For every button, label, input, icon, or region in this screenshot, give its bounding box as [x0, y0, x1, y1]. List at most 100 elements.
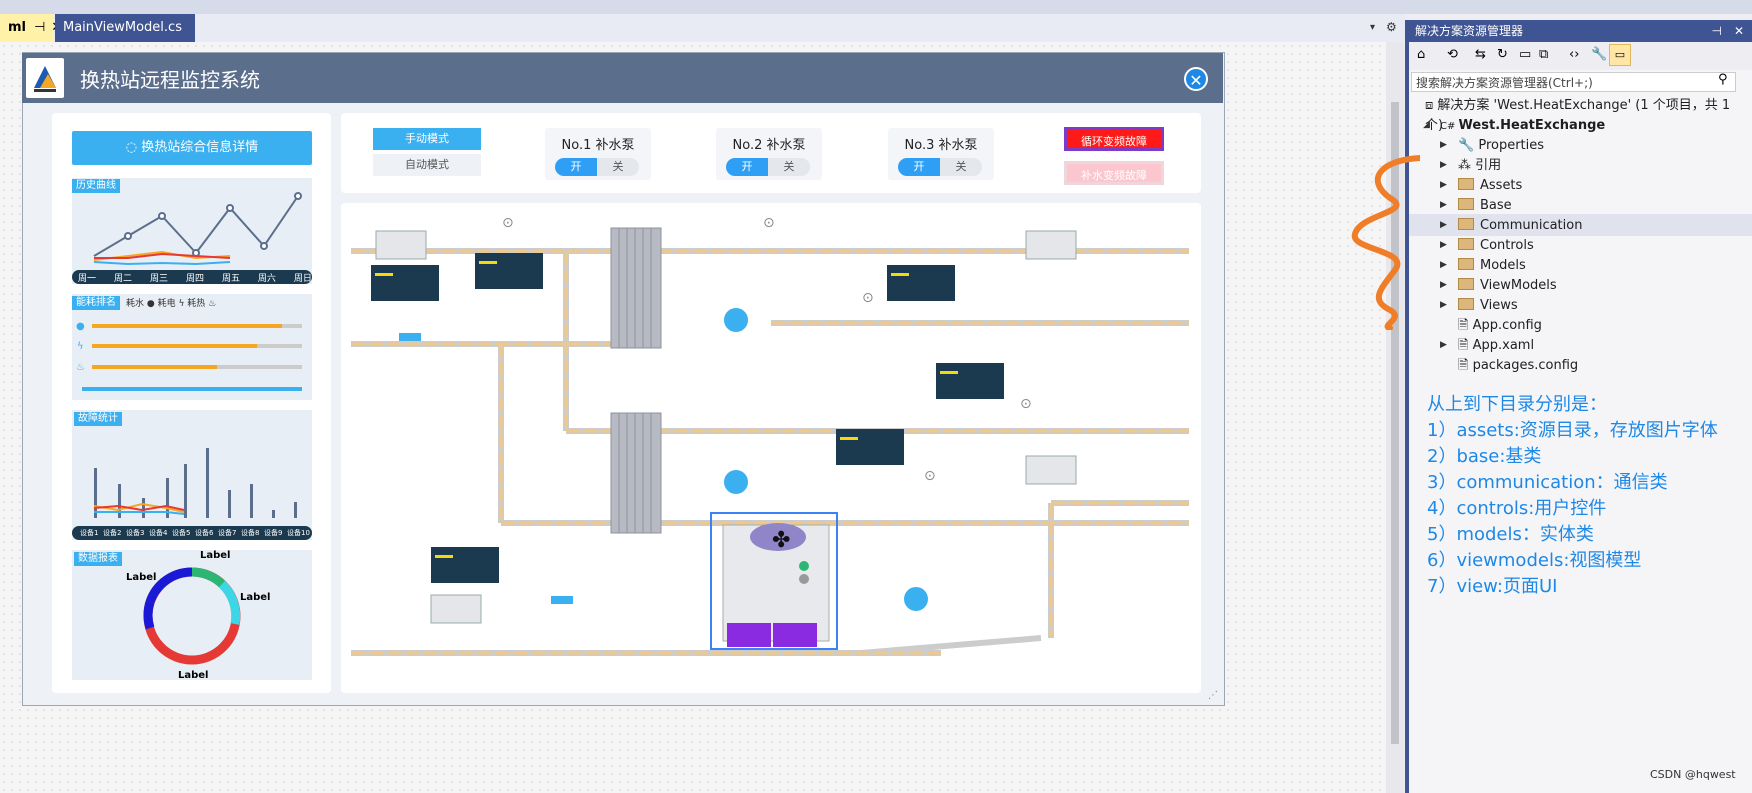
- tab-label: ml: [8, 20, 27, 35]
- config-file-icon: 🗎: [1458, 358, 1473, 373]
- tree-label: ViewModels: [1480, 278, 1557, 293]
- tab-xaml[interactable]: ml⊣✕: [0, 14, 62, 42]
- energy-ranking: 能耗排名 耗水 ● 耗电 ϟ 耗热 ♨ ● ϟ ♨: [72, 294, 312, 400]
- title-text: 解决方案资源管理器: [1415, 24, 1524, 38]
- svg-text:♨: ♨: [76, 362, 85, 373]
- folder-icon: [1458, 258, 1474, 270]
- pump-on-button[interactable]: 开: [726, 158, 768, 176]
- tree-item-app-config[interactable]: 🗎 App.config: [1458, 316, 1542, 336]
- pump-off-button[interactable]: 关: [768, 158, 810, 176]
- pump-name: No.2 补水泵: [732, 138, 806, 153]
- pump-icon: ✻: [760, 310, 772, 326]
- tree-item-communication[interactable]: Communication: [1458, 216, 1582, 236]
- fault-statistics: 故障统计 设备1 设备2 设备3 设备4 设备5 设备6 设备7 设备8 设备9…: [72, 410, 312, 540]
- tree-label: Views: [1480, 298, 1518, 313]
- folder-icon: [1458, 198, 1474, 210]
- home-icon[interactable]: ⌂: [1417, 47, 1425, 62]
- pump-off-button[interactable]: 关: [597, 158, 639, 176]
- collapsed-arrow-icon[interactable]: ▶: [1440, 180, 1447, 190]
- tree-item-assets[interactable]: Assets: [1458, 176, 1522, 196]
- note-line: 1）assets:资源目录，存放图片字体: [1427, 420, 1718, 441]
- tree-item-properties[interactable]: 🔧 Properties: [1458, 136, 1544, 156]
- window-title: 换热站远程监控系统: [80, 68, 260, 92]
- xaml-file-icon: 🗎: [1458, 338, 1473, 353]
- auto-mode-button[interactable]: 自动模式: [373, 154, 481, 176]
- code-icon[interactable]: ‹›: [1569, 47, 1579, 62]
- settings-icon[interactable]: ⚙: [1386, 20, 1397, 34]
- solution-explorer-title: 解决方案资源管理器 ⊣ ✕: [1409, 20, 1752, 42]
- solution-search-input[interactable]: 搜索解决方案资源管理器(Ctrl+;): [1411, 72, 1736, 92]
- tree-item-models[interactable]: Models: [1458, 256, 1526, 276]
- tab-mainviewmodel[interactable]: MainViewModel.cs: [55, 14, 195, 42]
- collapsed-arrow-icon[interactable]: ▶: [1440, 340, 1447, 350]
- collapsed-arrow-icon[interactable]: ▶: [1440, 200, 1447, 210]
- project-icon: C#: [1440, 121, 1459, 132]
- tree-item-controls[interactable]: Controls: [1458, 236, 1534, 256]
- config-file-icon: 🗎: [1458, 318, 1473, 333]
- tree-item-viewmodels[interactable]: ViewModels: [1458, 276, 1557, 296]
- pin-icon[interactable]: ⊣: [34, 20, 45, 35]
- folder-icon: [1458, 238, 1474, 250]
- logo: [26, 58, 64, 98]
- collapsed-arrow-icon[interactable]: ▶: [1440, 300, 1447, 310]
- tree-item-packages-config[interactable]: 🗎 packages.config: [1458, 356, 1578, 376]
- properties-icon[interactable]: 🔧: [1591, 47, 1607, 62]
- pump-icon: ✻: [760, 472, 772, 488]
- info-details-button[interactable]: ◌ 换热站综合信息详情: [72, 131, 312, 165]
- collapsed-arrow-icon[interactable]: ▶: [1440, 160, 1447, 170]
- day-label: 周一: [78, 274, 97, 284]
- folder-icon: [1458, 278, 1474, 290]
- gauge-icon: ⊙: [502, 215, 514, 231]
- search-icon[interactable]: ⚲: [1718, 72, 1728, 87]
- sync-icon[interactable]: ⇆: [1475, 47, 1486, 62]
- document-tab-bar: [0, 14, 1405, 42]
- tree-item-app-xaml[interactable]: 🗎 App.xaml: [1458, 336, 1534, 356]
- tree-item-views[interactable]: Views: [1458, 296, 1518, 316]
- annotation-scribble: [1351, 155, 1420, 330]
- device-label: 设备2: [103, 529, 122, 537]
- preview-icon[interactable]: ▭: [1609, 44, 1631, 66]
- pin-icon[interactable]: ⊣: [1712, 20, 1722, 42]
- pump-on-button[interactable]: 开: [898, 158, 940, 176]
- solution-icon: ⧈: [1425, 98, 1438, 113]
- folder-icon: [1458, 298, 1474, 310]
- project-node[interactable]: C# West.HeatExchange: [1440, 116, 1605, 136]
- collapsed-arrow-icon[interactable]: ▶: [1440, 220, 1447, 230]
- ide-toolbar: [0, 0, 1752, 14]
- tree-item-references[interactable]: ⁂ 引用: [1458, 156, 1501, 176]
- solution-node[interactable]: ⧈ 解决方案 'West.HeatExchange' (1 个项目，共 1 个): [1425, 96, 1752, 133]
- close-icon[interactable]: ✕: [1734, 20, 1744, 42]
- collapse-icon[interactable]: ▭: [1519, 47, 1531, 62]
- tree-label: Base: [1480, 198, 1512, 213]
- collapsed-arrow-icon[interactable]: ▶: [1440, 280, 1447, 290]
- pump-on-button[interactable]: 开: [555, 158, 597, 176]
- manual-mode-button[interactable]: 手动模式: [373, 128, 481, 150]
- supply-fault-alarm: 补水变频故障: [1064, 161, 1164, 185]
- show-all-icon[interactable]: ⧉: [1539, 47, 1548, 62]
- expanded-arrow-icon[interactable]: ◢: [1423, 120, 1430, 130]
- collapsed-arrow-icon[interactable]: ▶: [1440, 240, 1447, 250]
- device-label: 设备8: [241, 529, 260, 537]
- report-label: Label: [126, 572, 157, 583]
- tree-label: Controls: [1480, 238, 1534, 253]
- report-label: Label: [200, 550, 231, 561]
- tab-dropdown-icon[interactable]: ▾: [1370, 22, 1375, 33]
- tree-label: Models: [1480, 258, 1526, 273]
- refresh-icon[interactable]: ↻: [1497, 47, 1508, 62]
- svg-text:●: ●: [76, 321, 85, 332]
- history-icon[interactable]: ⟲: [1447, 47, 1458, 62]
- circulation-fault-alarm: 循环变频故障: [1064, 127, 1164, 151]
- tree-label: Communication: [1480, 218, 1583, 233]
- report-label: Label: [178, 670, 209, 681]
- close-button[interactable]: ✕: [1184, 67, 1208, 91]
- device-label: 设备3: [126, 529, 145, 537]
- pump-off-button[interactable]: 关: [940, 158, 982, 176]
- collapsed-arrow-icon[interactable]: ▶: [1440, 260, 1447, 270]
- collapsed-arrow-icon[interactable]: ▶: [1440, 140, 1447, 150]
- pump-control-2: No.2 补水泵 开 关: [716, 128, 822, 180]
- references-icon: ⁂: [1458, 158, 1476, 173]
- tree-item-base[interactable]: Base: [1458, 196, 1512, 216]
- notes-heading: 从上到下目录分别是：: [1427, 394, 1607, 415]
- resize-grip-icon[interactable]: ⋰: [1208, 690, 1218, 701]
- note-line: 5）models：实体类: [1427, 524, 1594, 545]
